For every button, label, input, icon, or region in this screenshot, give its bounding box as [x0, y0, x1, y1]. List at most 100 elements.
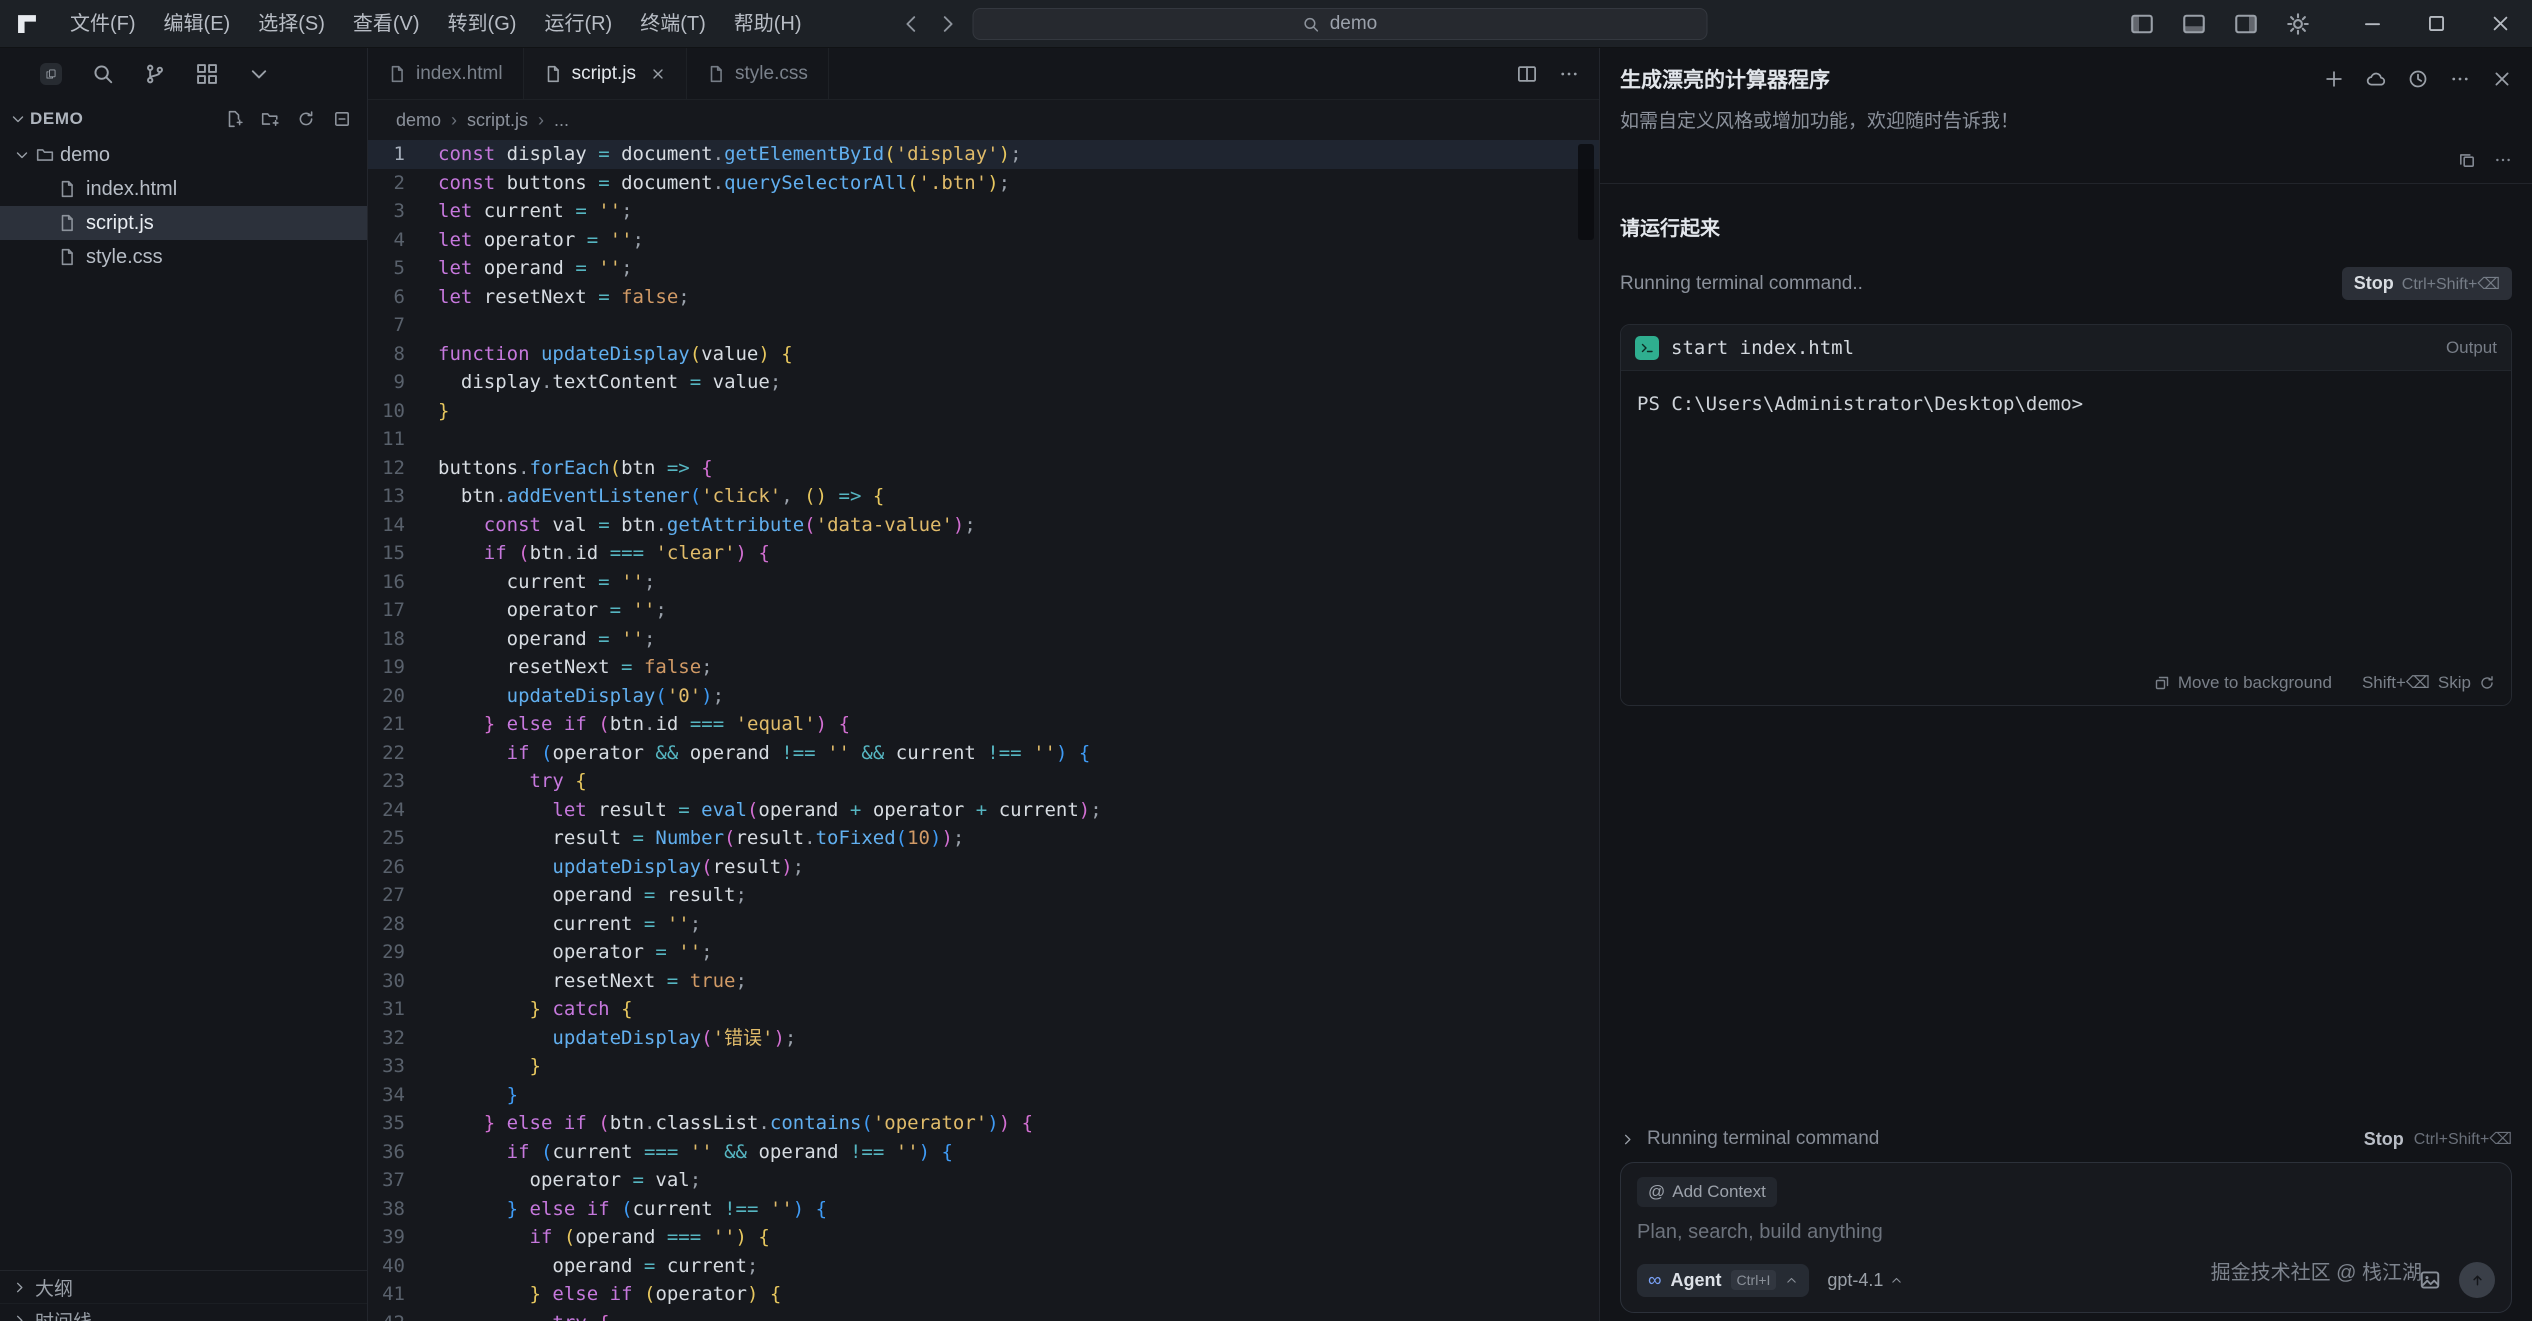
new-folder-icon[interactable]: [261, 110, 279, 128]
layout-sidebar-left-icon[interactable]: [2130, 12, 2154, 36]
code-line[interactable]: 8function updateDisplay(value) {: [368, 340, 1599, 369]
code-line[interactable]: 11: [368, 425, 1599, 454]
copy-icon[interactable]: [2458, 151, 2476, 169]
search-panel-icon[interactable]: [92, 63, 114, 85]
code-line[interactable]: 22 if (operator && operand !== '' && cur…: [368, 739, 1599, 768]
tab-script.js[interactable]: script.js: [524, 48, 687, 99]
code-line[interactable]: 10}: [368, 397, 1599, 426]
menu-item[interactable]: 查看(V): [339, 0, 434, 48]
tree-item-script.js[interactable]: script.js: [0, 206, 367, 240]
code-line[interactable]: 32 updateDisplay('错误');: [368, 1024, 1599, 1053]
back-button[interactable]: [900, 13, 922, 35]
code-line[interactable]: 42 try {: [368, 1309, 1599, 1321]
sidebar-section-大纲[interactable]: 大纲: [0, 1271, 367, 1304]
code-line[interactable]: 30 resetNext = true;: [368, 967, 1599, 996]
breadcrumb-item[interactable]: demo: [396, 110, 441, 131]
forward-button[interactable]: [936, 13, 958, 35]
code-line[interactable]: 40 operand = current;: [368, 1252, 1599, 1281]
more-icon[interactable]: [2494, 151, 2512, 169]
output-label[interactable]: Output: [2446, 338, 2497, 358]
code-line[interactable]: 21 } else if (btn.id === 'equal') {: [368, 710, 1599, 739]
breadcrumb-item[interactable]: ...: [554, 110, 569, 131]
menu-item[interactable]: 帮助(H): [720, 0, 816, 48]
code-line[interactable]: 37 operator = val;: [368, 1166, 1599, 1195]
chevron-down-icon[interactable]: [10, 111, 26, 127]
code-line[interactable]: 39 if (operand === '') {: [368, 1223, 1599, 1252]
layout-sidebar-right-icon[interactable]: [2234, 12, 2258, 36]
menu-item[interactable]: 终端(T): [626, 0, 720, 48]
code-line[interactable]: 25 result = Number(result.toFixed(10));: [368, 824, 1599, 853]
code-line[interactable]: 35 } else if (btn.classList.contains('op…: [368, 1109, 1599, 1138]
chevron-down-icon[interactable]: [248, 63, 270, 85]
terminal-output[interactable]: PS C:\Users\Administrator\Desktop\demo>: [1621, 371, 2511, 661]
tab-style.css[interactable]: style.css: [687, 48, 829, 99]
code-line[interactable]: 1const display = document.getElementById…: [368, 140, 1599, 169]
code-line[interactable]: 20 updateDisplay('0');: [368, 682, 1599, 711]
more-icon[interactable]: [2450, 69, 2470, 89]
new-chat-icon[interactable]: [2324, 69, 2344, 89]
code-line[interactable]: 19 resetNext = false;: [368, 653, 1599, 682]
code-line[interactable]: 36 if (current === '' && operand !== '')…: [368, 1138, 1599, 1167]
code-line[interactable]: 28 current = '';: [368, 910, 1599, 939]
image-attach-icon[interactable]: [2419, 1269, 2441, 1291]
code-line[interactable]: 41 } else if (operator) {: [368, 1280, 1599, 1309]
code-line[interactable]: 14 const val = btn.getAttribute('data-va…: [368, 511, 1599, 540]
code-line[interactable]: 23 try {: [368, 767, 1599, 796]
explorer-icon[interactable]: [40, 63, 62, 85]
breadcrumb-item[interactable]: script.js: [467, 110, 528, 131]
code-line[interactable]: 31 } catch {: [368, 995, 1599, 1024]
settings-gear-icon[interactable]: [2286, 12, 2310, 36]
model-selector[interactable]: gpt-4.1: [1827, 1270, 1903, 1291]
code-line[interactable]: 12buttons.forEach(btn => {: [368, 454, 1599, 483]
move-to-background-button[interactable]: Move to background: [2154, 673, 2332, 693]
send-button[interactable]: [2459, 1262, 2495, 1298]
maximize-button[interactable]: [2404, 0, 2468, 48]
source-control-icon[interactable]: [144, 63, 166, 85]
minimize-button[interactable]: [2340, 0, 2404, 48]
history-icon[interactable]: [2408, 69, 2428, 89]
tree-item-index.html[interactable]: index.html: [0, 172, 367, 206]
code-line[interactable]: 38 } else if (current !== '') {: [368, 1195, 1599, 1224]
add-context-button[interactable]: @ Add Context: [1637, 1177, 1777, 1207]
code-line[interactable]: 5let operand = '';: [368, 254, 1599, 283]
stop-button[interactable]: Stop Ctrl+Shift+⌫: [2364, 1129, 2512, 1150]
code-line[interactable]: 6let resetNext = false;: [368, 283, 1599, 312]
code-line[interactable]: 9 display.textContent = value;: [368, 368, 1599, 397]
chat-input-box[interactable]: @ Add Context Plan, search, build anythi…: [1620, 1162, 2512, 1313]
code-line[interactable]: 33 }: [368, 1052, 1599, 1081]
code-line[interactable]: 3let current = '';: [368, 197, 1599, 226]
tree-item-demo[interactable]: demo: [0, 138, 367, 172]
code-line[interactable]: 15 if (btn.id === 'clear') {: [368, 539, 1599, 568]
cloud-icon[interactable]: [2366, 69, 2386, 89]
code-line[interactable]: 16 current = '';: [368, 568, 1599, 597]
layout-panel-bottom-icon[interactable]: [2182, 12, 2206, 36]
close-tab-icon[interactable]: [650, 66, 666, 82]
code-line[interactable]: 34 }: [368, 1081, 1599, 1110]
stop-button[interactable]: Stop Ctrl+Shift+⌫: [2342, 267, 2512, 300]
code-line[interactable]: 24 let result = eval(operand + operator …: [368, 796, 1599, 825]
code-line[interactable]: 13 btn.addEventListener('click', () => {: [368, 482, 1599, 511]
more-actions-icon[interactable]: [1559, 64, 1579, 84]
collapse-all-icon[interactable]: [333, 110, 351, 128]
collapsed-terminal-status[interactable]: Running terminal command Stop Ctrl+Shift…: [1620, 1116, 2512, 1162]
chat-input-placeholder[interactable]: Plan, search, build anything: [1637, 1221, 2495, 1244]
menu-item[interactable]: 选择(S): [244, 0, 339, 48]
tree-item-style.css[interactable]: style.css: [0, 240, 367, 274]
code-editor[interactable]: 1const display = document.getElementById…: [368, 140, 1599, 1321]
code-line[interactable]: 17 operator = '';: [368, 596, 1599, 625]
new-file-icon[interactable]: [225, 110, 243, 128]
refresh-icon[interactable]: [297, 110, 315, 128]
close-window-button[interactable]: [2468, 0, 2532, 48]
menu-item[interactable]: 转到(G): [434, 0, 531, 48]
code-line[interactable]: 7: [368, 311, 1599, 340]
code-line[interactable]: 27 operand = result;: [368, 881, 1599, 910]
menu-item[interactable]: 文件(F): [56, 0, 150, 48]
titlebar-search[interactable]: demo: [972, 8, 1707, 40]
code-line[interactable]: 18 operand = '';: [368, 625, 1599, 654]
skip-button[interactable]: Shift+⌫ Skip: [2362, 673, 2495, 693]
code-line[interactable]: 4let operator = '';: [368, 226, 1599, 255]
code-line[interactable]: 26 updateDisplay(result);: [368, 853, 1599, 882]
extensions-icon[interactable]: [196, 63, 218, 85]
agent-mode-selector[interactable]: ∞ Agent Ctrl+I: [1637, 1264, 1809, 1297]
code-line[interactable]: 2const buttons = document.querySelectorA…: [368, 169, 1599, 198]
